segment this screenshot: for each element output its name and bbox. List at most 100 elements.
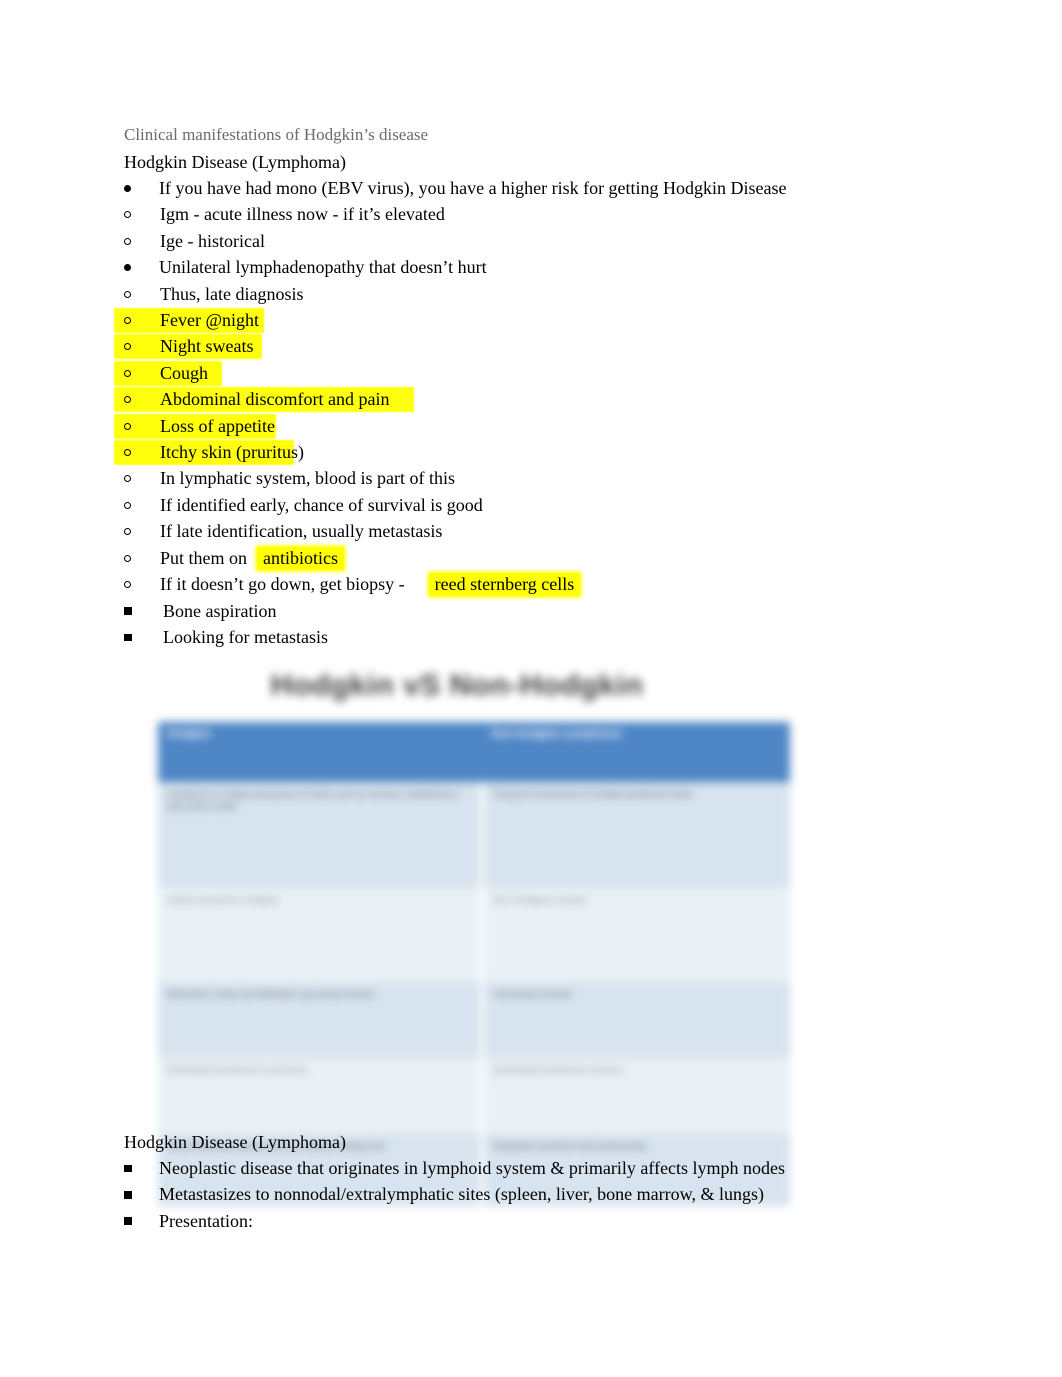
highlighted-list-item: Night sweats bbox=[124, 333, 944, 359]
document-subtitle: Clinical manifestations of Hodgkin’s dis… bbox=[124, 125, 429, 144]
circle-bullet-icon bbox=[124, 360, 152, 386]
document-page: Clinical manifestations of Hodgkin’s dis… bbox=[0, 0, 1062, 1377]
square-bullet-icon bbox=[124, 1181, 152, 1207]
circle-bullet-icon bbox=[124, 201, 152, 227]
list-item: Neoplastic disease that originates in ly… bbox=[124, 1155, 944, 1181]
highlighted-list-item: Abdominal discomfort and pain bbox=[124, 386, 944, 412]
disc-bullet-icon bbox=[124, 175, 152, 201]
document-body-bottom: Hodgkin Disease (Lymphoma) Neoplastic di… bbox=[124, 1129, 944, 1234]
document-body: Clinical manifestations of Hodgkin’s dis… bbox=[124, 122, 944, 650]
circle-bullet-icon bbox=[124, 281, 152, 307]
circle-bullet-icon bbox=[124, 571, 152, 597]
table-col-header-non-hodgkin: Non-Hodgkin Lymphoma bbox=[482, 722, 790, 782]
list-item-label: Loss of appetite bbox=[160, 415, 275, 436]
circle-bullet-icon bbox=[124, 465, 152, 491]
table-header-row: Hodgkin Non-Hodgkin Lymphoma bbox=[158, 722, 790, 782]
list-item-label: If identified early, chance of survival … bbox=[160, 494, 483, 515]
circle-bullet-icon bbox=[124, 439, 152, 465]
list-item-label: Put them on antibiotics bbox=[160, 545, 345, 571]
list-item-label: If late identification, usually metastas… bbox=[160, 521, 443, 542]
list-item-label: Metastasizes to nonnodal/extralymphatic … bbox=[159, 1184, 764, 1205]
circle-bullet-icon bbox=[124, 518, 152, 544]
nested-list-wrapper: Thus, late diagnosis Fever @night Night … bbox=[124, 281, 944, 651]
list-item-label: Neoplastic disease that originates in ly… bbox=[159, 1158, 786, 1178]
highlighted-term: reed sternberg cells bbox=[428, 573, 581, 597]
list-item: In lymphatic system, blood is part of th… bbox=[124, 465, 944, 491]
table-cell: Commonly involved bbox=[482, 982, 790, 1058]
nested-list-wrapper: Bone aspiration Looking for metastasis bbox=[124, 598, 944, 651]
highlighted-list-item: Cough bbox=[124, 360, 944, 386]
list-item: If it doesn’t go down, get biopsy - reed … bbox=[124, 571, 944, 597]
table-cell: Mesenteric nodes and Waldeyer ring rarel… bbox=[158, 982, 484, 1058]
table-row: Mesenteric nodes and Waldeyer ring rarel… bbox=[158, 982, 790, 1058]
section-heading-bottom: Hodgkin Disease (Lymphoma) bbox=[124, 1132, 346, 1152]
square-bullet-icon bbox=[124, 624, 152, 650]
list-item-label: If it doesn’t go down, get biopsy - reed … bbox=[160, 571, 581, 597]
circle-bullet-icon bbox=[124, 307, 152, 333]
list-item-label: Ige - historical bbox=[160, 230, 265, 251]
list-item-label: Night sweats bbox=[160, 336, 254, 357]
table-cell: Extranodal involvement common bbox=[482, 1058, 790, 1134]
circle-bullet-icon bbox=[124, 386, 152, 412]
table-row: Extranodal involvement uncommon Extranod… bbox=[158, 1058, 790, 1134]
table-cell: Non-contiguous spread bbox=[482, 888, 790, 982]
table-row: Localized to a single axial group of nod… bbox=[158, 782, 790, 888]
table-cell: Frequent involvement of multiple periphe… bbox=[482, 782, 790, 888]
square-bullet-icon bbox=[124, 1155, 152, 1181]
square-bullet-icon bbox=[124, 598, 152, 624]
circle-bullet-icon bbox=[124, 228, 152, 254]
list-item: Looking for metastasis bbox=[124, 624, 944, 650]
list-item-label: Looking for metastasis bbox=[163, 626, 328, 647]
section-heading-top: Hodgkin Disease (Lymphoma) bbox=[124, 152, 346, 172]
list-item: Unilateral lymphadenopathy that doesn’t … bbox=[124, 254, 944, 280]
list-item: If late identification, usually metastas… bbox=[124, 518, 944, 544]
list-item-label: Unilateral lymphadenopathy that doesn’t … bbox=[159, 257, 487, 278]
list-item: Put them on antibiotics bbox=[124, 545, 944, 571]
list-item: If you have had mono (EBV virus), you ha… bbox=[124, 175, 944, 201]
list-item: If identified early, chance of survival … bbox=[124, 492, 944, 518]
nested-list-wrapper: Igm - acute illness now - if it’s elevat… bbox=[124, 201, 944, 254]
circle-bullet-icon bbox=[124, 545, 152, 571]
circle-bullet-icon bbox=[124, 413, 152, 439]
highlighted-term: antibiotics bbox=[257, 546, 345, 570]
square-bullet-icon bbox=[124, 1208, 152, 1234]
table-cell: Orderly spread by contiguity bbox=[158, 888, 484, 982]
table-header: Hodgkin Non-Hodgkin Lymphoma bbox=[158, 722, 790, 782]
slide-image-content: Hodgkin vS Non-Hodgkin Hodgkin Non-Hodgk… bbox=[146, 655, 790, 1206]
list-item-label: Bone aspiration bbox=[163, 600, 277, 621]
disc-bullet-icon bbox=[124, 254, 152, 280]
list-item-text-plain: If it doesn’t go down, get biopsy - bbox=[160, 574, 405, 595]
highlighted-list-item: Fever @night bbox=[124, 307, 944, 333]
embedded-slide-image: Hodgkin vS Non-Hodgkin Hodgkin Non-Hodgk… bbox=[146, 655, 790, 1206]
slide-title: Hodgkin vS Non-Hodgkin bbox=[270, 669, 644, 702]
bottom-outline-list: Neoplastic disease that originates in ly… bbox=[124, 1155, 944, 1234]
outline-level-3: Bone aspiration Looking for metastasis bbox=[124, 598, 944, 651]
table-cell: Extranodal involvement uncommon bbox=[158, 1058, 484, 1134]
list-item-label: Itchy skin (pruritus) bbox=[160, 442, 304, 463]
list-item-label: Presentation: bbox=[159, 1210, 253, 1231]
outline-level-1: If you have had mono (EBV virus), you ha… bbox=[124, 175, 944, 650]
highlighted-list-item: Itchy skin (pruritus) bbox=[124, 439, 944, 465]
list-item-label: If you have had mono (EBV virus), you ha… bbox=[159, 178, 787, 198]
table-cell: Localized to a single axial group of nod… bbox=[158, 782, 484, 888]
outline-level-2-b: Thus, late diagnosis Fever @night Night … bbox=[124, 281, 944, 651]
table-col-header-hodgkin: Hodgkin bbox=[158, 722, 482, 782]
circle-bullet-icon bbox=[124, 333, 152, 359]
list-item-label: Fever @night bbox=[160, 310, 260, 331]
list-item-label: In lymphatic system, blood is part of th… bbox=[160, 468, 455, 489]
list-item-label: Cough bbox=[160, 362, 209, 383]
table-row: Orderly spread by contiguity Non-contigu… bbox=[158, 888, 790, 982]
highlighted-list-item: Loss of appetite bbox=[124, 413, 944, 439]
list-item-label: Abdominal discomfort and pain bbox=[160, 389, 390, 410]
list-item-text-plain: Put them on bbox=[160, 547, 248, 568]
list-item: Metastasizes to nonnodal/extralymphatic … bbox=[124, 1181, 944, 1207]
list-item: Thus, late diagnosis bbox=[124, 281, 944, 307]
list-item-label: Thus, late diagnosis bbox=[160, 283, 304, 304]
list-item: Bone aspiration bbox=[124, 598, 944, 624]
list-item: Ige - historical bbox=[124, 228, 944, 254]
list-item: Presentation: bbox=[124, 1208, 944, 1234]
outline-level-2-a: Igm - acute illness now - if it’s elevat… bbox=[124, 201, 944, 254]
list-item-label: Igm - acute illness now - if it’s elevat… bbox=[160, 204, 445, 225]
list-item: Igm - acute illness now - if it’s elevat… bbox=[124, 201, 944, 227]
circle-bullet-icon bbox=[124, 492, 152, 518]
